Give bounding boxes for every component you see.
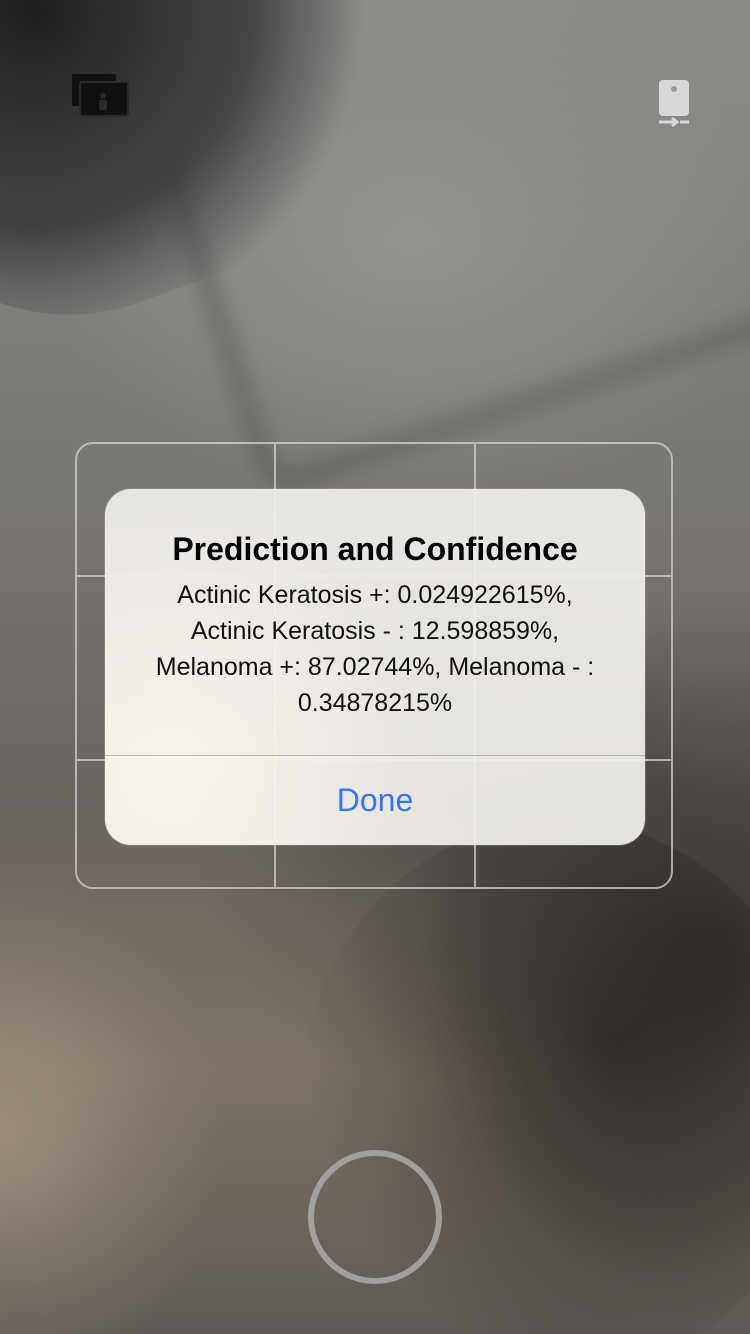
camera-screen: Prediction and Confidence Actinic Kerato… xyxy=(0,0,750,1334)
alert-message-line: 0.34878215% xyxy=(297,689,453,717)
camera-switch-icon[interactable] xyxy=(654,78,694,130)
alert-message-line: Melanoma +: 87.02744%, Melanoma - : xyxy=(155,653,595,681)
done-button[interactable]: Done xyxy=(105,756,645,845)
shutter-button-icon[interactable] xyxy=(308,1150,442,1284)
alert-title: Prediction and Confidence xyxy=(172,531,578,567)
alert-message: Actinic Keratosis +: 0.024922615%, Actin… xyxy=(131,577,619,721)
alert-message-line: Actinic Keratosis - : 12.598859%, xyxy=(190,617,560,645)
alert-message-line: Actinic Keratosis +: 0.024922615%, xyxy=(177,581,573,609)
photo-library-icon[interactable] xyxy=(70,72,130,118)
prediction-alert: Prediction and Confidence Actinic Kerato… xyxy=(105,489,645,845)
